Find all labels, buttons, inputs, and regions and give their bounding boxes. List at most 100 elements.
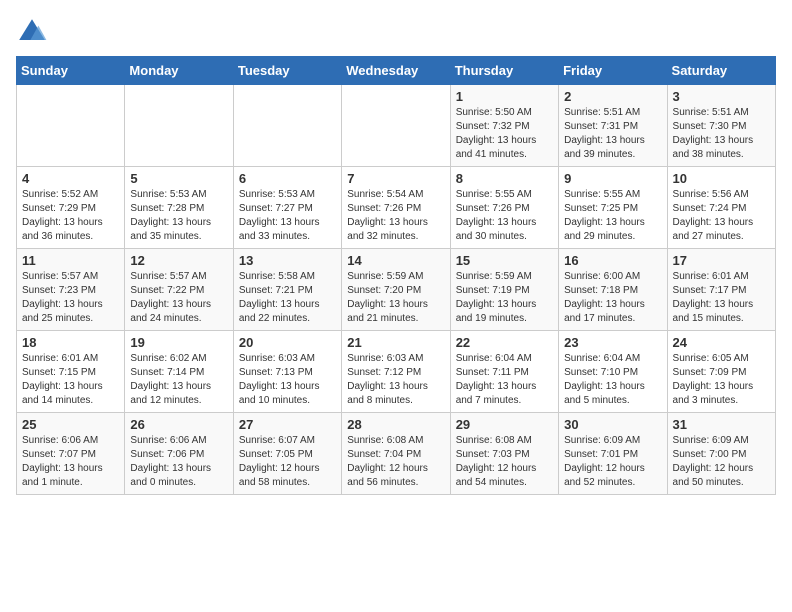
- calendar-header-friday: Friday: [559, 57, 667, 85]
- calendar-header-sunday: Sunday: [17, 57, 125, 85]
- day-number: 17: [673, 253, 770, 268]
- day-info: Sunrise: 6:06 AMSunset: 7:07 PMDaylight:…: [22, 434, 119, 490]
- calendar-cell: 16Sunrise: 6:00 AMSunset: 7:18 PMDayligh…: [559, 249, 667, 331]
- day-number: 10: [673, 171, 770, 186]
- day-number: 31: [673, 417, 770, 432]
- day-info: Sunrise: 5:50 AMSunset: 7:32 PMDaylight:…: [456, 106, 553, 162]
- day-info: Sunrise: 5:51 AMSunset: 7:30 PMDaylight:…: [673, 106, 770, 162]
- calendar-cell: 15 Sunrise: 5:59 AMSunset: 7:19 PMDayligh…: [450, 249, 558, 331]
- calendar-week-row: 25 Sunrise: 6:06 AMSunset: 7:07 PMDayligh…: [17, 413, 776, 495]
- day-info: Sunrise: 5:58 AMSunset: 7:21 PMDaylight:…: [239, 270, 336, 326]
- calendar-cell: 9 Sunrise: 5:55 AMSunset: 7:25 PMDaylight…: [559, 167, 667, 249]
- calendar-header-tuesday: Tuesday: [233, 57, 341, 85]
- day-info: Sunrise: 5:59 AMSunset: 7:19 PMDaylight:…: [456, 270, 553, 326]
- day-number: 14: [347, 253, 444, 268]
- calendar-cell: 3 Sunrise: 5:51 AMSunset: 7:30 PMDaylight…: [667, 85, 775, 167]
- day-info: Sunrise: 5:59 AMSunset: 7:20 PMDaylight:…: [347, 270, 444, 326]
- calendar-week-row: 1 Sunrise: 5:50 AMSunset: 7:32 PMDaylight…: [17, 85, 776, 167]
- calendar-cell: 11Sunrise: 5:57 AMSunset: 7:23 PMDayligh…: [17, 249, 125, 331]
- day-info: Sunrise: 6:03 AMSunset: 7:12 PMDaylight:…: [347, 352, 444, 408]
- day-number: 28: [347, 417, 444, 432]
- day-info: Sunrise: 5:55 AMSunset: 7:26 PMDaylight:…: [456, 188, 553, 244]
- calendar-cell: 22Sunrise: 6:04 AMSunset: 7:11 PMDayligh…: [450, 331, 558, 413]
- day-number: 26: [130, 417, 227, 432]
- day-info: Sunrise: 5:52 AMSunset: 7:29 PMDaylight:…: [22, 188, 119, 244]
- day-number: 4: [22, 171, 119, 186]
- day-number: 15: [456, 253, 553, 268]
- calendar-cell: 28Sunrise: 6:08 AMSunset: 7:04 PMDayligh…: [342, 413, 450, 495]
- day-number: 30: [564, 417, 661, 432]
- day-number: 12: [130, 253, 227, 268]
- calendar-cell: 18 Sunrise: 6:01 AMSunset: 7:15 PMDayligh…: [17, 331, 125, 413]
- calendar-week-row: 18 Sunrise: 6:01 AMSunset: 7:15 PMDayligh…: [17, 331, 776, 413]
- day-info: Sunrise: 6:01 AMSunset: 7:15 PMDaylight:…: [22, 352, 119, 408]
- day-info: Sunrise: 6:06 AMSunset: 7:06 PMDaylight:…: [130, 434, 227, 490]
- calendar-cell: 23 Sunrise: 6:04 AMSunset: 7:10 PMDayligh…: [559, 331, 667, 413]
- calendar-cell: [17, 85, 125, 167]
- day-info: Sunrise: 5:53 AMSunset: 7:28 PMDaylight:…: [130, 188, 227, 244]
- day-number: 21: [347, 335, 444, 350]
- calendar-cell: 17 Sunrise: 6:01 AMSunset: 7:17 PMDayligh…: [667, 249, 775, 331]
- calendar-cell: 13 Sunrise: 5:58 AMSunset: 7:21 PMDayligh…: [233, 249, 341, 331]
- day-number: 20: [239, 335, 336, 350]
- day-info: Sunrise: 6:09 AMSunset: 7:00 PMDaylight:…: [673, 434, 770, 490]
- day-info: Sunrise: 5:56 AMSunset: 7:24 PMDaylight:…: [673, 188, 770, 244]
- day-info: Sunrise: 6:05 AMSunset: 7:09 PMDaylight:…: [673, 352, 770, 408]
- calendar-cell: 21 Sunrise: 6:03 AMSunset: 7:12 PMDayligh…: [342, 331, 450, 413]
- day-number: 19: [130, 335, 227, 350]
- calendar-cell: [125, 85, 233, 167]
- calendar-cell: 12 Sunrise: 5:57 AMSunset: 7:22 PMDayligh…: [125, 249, 233, 331]
- calendar-cell: [342, 85, 450, 167]
- calendar-cell: 4 Sunrise: 5:52 AMSunset: 7:29 PMDaylight…: [17, 167, 125, 249]
- day-info: Sunrise: 6:00 AMSunset: 7:18 PMDaylight:…: [564, 270, 661, 326]
- day-number: 1: [456, 89, 553, 104]
- day-number: 27: [239, 417, 336, 432]
- calendar-cell: 30 Sunrise: 6:09 AMSunset: 7:01 PMDayligh…: [559, 413, 667, 495]
- day-info: Sunrise: 6:01 AMSunset: 7:17 PMDaylight:…: [673, 270, 770, 326]
- calendar-cell: 6 Sunrise: 5:53 AMSunset: 7:27 PMDaylight…: [233, 167, 341, 249]
- day-info: Sunrise: 5:53 AMSunset: 7:27 PMDaylight:…: [239, 188, 336, 244]
- calendar-cell: 10 Sunrise: 5:56 AMSunset: 7:24 PMDayligh…: [667, 167, 775, 249]
- header: [16, 16, 776, 48]
- day-info: Sunrise: 6:07 AMSunset: 7:05 PMDaylight:…: [239, 434, 336, 490]
- calendar-cell: 26 Sunrise: 6:06 AMSunset: 7:06 PMDayligh…: [125, 413, 233, 495]
- calendar-week-row: 4 Sunrise: 5:52 AMSunset: 7:29 PMDaylight…: [17, 167, 776, 249]
- day-number: 22: [456, 335, 553, 350]
- day-number: 24: [673, 335, 770, 350]
- day-info: Sunrise: 6:04 AMSunset: 7:10 PMDaylight:…: [564, 352, 661, 408]
- calendar-cell: 31 Sunrise: 6:09 AMSunset: 7:00 PMDayligh…: [667, 413, 775, 495]
- day-number: 9: [564, 171, 661, 186]
- day-info: Sunrise: 6:02 AMSunset: 7:14 PMDaylight:…: [130, 352, 227, 408]
- day-info: Sunrise: 6:09 AMSunset: 7:01 PMDaylight:…: [564, 434, 661, 490]
- day-number: 7: [347, 171, 444, 186]
- calendar-header-row: SundayMondayTuesdayWednesdayThursdayFrid…: [17, 57, 776, 85]
- day-number: 18: [22, 335, 119, 350]
- day-number: 13: [239, 253, 336, 268]
- day-info: Sunrise: 6:08 AMSunset: 7:03 PMDaylight:…: [456, 434, 553, 490]
- calendar-cell: 20 Sunrise: 6:03 AMSunset: 7:13 PMDayligh…: [233, 331, 341, 413]
- calendar-cell: 5Sunrise: 5:53 AMSunset: 7:28 PMDaylight…: [125, 167, 233, 249]
- day-number: 8: [456, 171, 553, 186]
- calendar-header-thursday: Thursday: [450, 57, 558, 85]
- day-number: 3: [673, 89, 770, 104]
- calendar-cell: 8 Sunrise: 5:55 AMSunset: 7:26 PMDaylight…: [450, 167, 558, 249]
- day-info: Sunrise: 5:57 AMSunset: 7:22 PMDaylight:…: [130, 270, 227, 326]
- day-number: 23: [564, 335, 661, 350]
- calendar: SundayMondayTuesdayWednesdayThursdayFrid…: [16, 56, 776, 495]
- day-info: Sunrise: 5:55 AMSunset: 7:25 PMDaylight:…: [564, 188, 661, 244]
- logo: [16, 16, 52, 48]
- day-number: 25: [22, 417, 119, 432]
- calendar-cell: 1 Sunrise: 5:50 AMSunset: 7:32 PMDaylight…: [450, 85, 558, 167]
- calendar-cell: 24 Sunrise: 6:05 AMSunset: 7:09 PMDayligh…: [667, 331, 775, 413]
- calendar-cell: 7Sunrise: 5:54 AMSunset: 7:26 PMDaylight…: [342, 167, 450, 249]
- day-info: Sunrise: 5:57 AMSunset: 7:23 PMDaylight:…: [22, 270, 119, 326]
- calendar-cell: 29 Sunrise: 6:08 AMSunset: 7:03 PMDayligh…: [450, 413, 558, 495]
- day-info: Sunrise: 6:03 AMSunset: 7:13 PMDaylight:…: [239, 352, 336, 408]
- day-number: 6: [239, 171, 336, 186]
- calendar-header-monday: Monday: [125, 57, 233, 85]
- calendar-cell: 14 Sunrise: 5:59 AMSunset: 7:20 PMDayligh…: [342, 249, 450, 331]
- day-number: 29: [456, 417, 553, 432]
- calendar-header-saturday: Saturday: [667, 57, 775, 85]
- calendar-cell: 25 Sunrise: 6:06 AMSunset: 7:07 PMDayligh…: [17, 413, 125, 495]
- calendar-cell: 2Sunrise: 5:51 AMSunset: 7:31 PMDaylight…: [559, 85, 667, 167]
